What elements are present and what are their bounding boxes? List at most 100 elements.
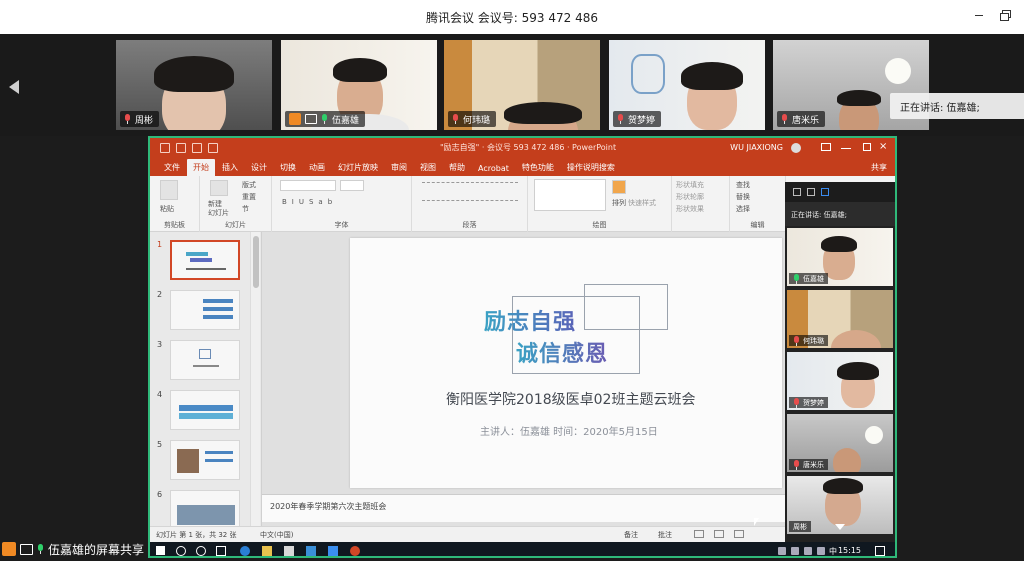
ribbon-display-icon[interactable]: [821, 143, 831, 151]
arrange-icon[interactable]: [612, 180, 626, 194]
minimize-icon[interactable]: [841, 143, 851, 149]
side-video-tile[interactable]: 何玮璐: [787, 290, 893, 348]
reading-view-icon[interactable]: [734, 530, 744, 538]
side-video-tile[interactable]: 贺梦婷: [787, 352, 893, 410]
speaker-notes[interactable]: 2020年春季学期第六次主题班会: [262, 494, 785, 522]
participant-tile[interactable]: 伍嘉雄: [281, 40, 437, 130]
notes-button[interactable]: 备注: [624, 530, 638, 540]
host-icon: [289, 113, 301, 125]
tab-home[interactable]: 开始: [187, 159, 215, 176]
select-button[interactable]: 选择: [736, 204, 750, 214]
slide-thumbnail[interactable]: [170, 340, 240, 380]
shapes-gallery[interactable]: [534, 179, 606, 211]
prev-page-icon[interactable]: [9, 80, 19, 94]
tray-icon[interactable]: [804, 547, 812, 555]
user-avatar[interactable]: [791, 143, 801, 153]
tab-review[interactable]: 审阅: [385, 159, 413, 176]
side-video-tile[interactable]: 周彬: [787, 476, 893, 534]
side-video-tile[interactable]: 伍嘉雄: [787, 228, 893, 286]
tab-transitions[interactable]: 切换: [274, 159, 302, 176]
tab-animations[interactable]: 动画: [303, 159, 331, 176]
participant-tile[interactable]: 贺梦婷: [609, 40, 765, 130]
slide-thumbnails-pane: 1 2 3 4 5 6: [150, 232, 262, 526]
find-button[interactable]: 查找: [736, 180, 750, 190]
section-button[interactable]: 节: [242, 204, 249, 214]
group-label: 幻灯片: [225, 221, 246, 229]
slide-thumbnail[interactable]: [170, 490, 240, 526]
close-icon[interactable]: ×: [879, 141, 889, 152]
side-panel-toolbar: [785, 182, 895, 202]
redo-icon[interactable]: [192, 143, 202, 153]
normal-view-icon[interactable]: [694, 530, 704, 538]
tray-icon[interactable]: [817, 547, 825, 555]
restore-icon[interactable]: [998, 8, 1012, 22]
powerpoint-icon[interactable]: [350, 546, 360, 556]
tab-slideshow[interactable]: 幻灯片放映: [332, 159, 384, 176]
present-icon[interactable]: [208, 143, 218, 153]
sorter-view-icon[interactable]: [714, 530, 724, 538]
cortana-icon[interactable]: [196, 546, 206, 556]
tab-file[interactable]: 文件: [158, 159, 186, 176]
save-icon[interactable]: [160, 143, 170, 153]
layout-button[interactable]: 版式: [242, 180, 256, 190]
font-name-select[interactable]: [280, 180, 336, 191]
store-icon[interactable]: [284, 546, 294, 556]
slide-thumbnail[interactable]: [170, 440, 240, 480]
side-video-tile[interactable]: 唐米乐: [787, 414, 893, 472]
restore-icon[interactable]: [807, 188, 815, 196]
taskbar-clock[interactable]: 15:15: [838, 546, 861, 555]
search-icon[interactable]: [176, 546, 186, 556]
input-method-indicator[interactable]: 中: [829, 546, 837, 556]
mail-icon[interactable]: [306, 546, 316, 556]
shape-effects-button[interactable]: 形状效果: [676, 204, 704, 214]
tell-me-search[interactable]: 操作说明搜索: [561, 159, 621, 176]
list-view-icon[interactable]: [821, 188, 829, 196]
thumb-number: 5: [157, 440, 163, 449]
ppt-share-button[interactable]: 共享: [871, 162, 887, 173]
group-shape-format: 形状填充 形状轮廓 形状效果: [672, 176, 730, 232]
minimize-icon[interactable]: [972, 8, 986, 22]
tab-view[interactable]: 视图: [414, 159, 442, 176]
tab-help[interactable]: 帮助: [443, 159, 471, 176]
language-indicator[interactable]: 中文(中国): [260, 530, 293, 540]
current-slide[interactable]: 励志自强 诚信感恩 衡阳医学院2018级医卓02班主题云班会 主讲人：伍嘉雄 时…: [350, 238, 782, 488]
paste-icon[interactable]: [160, 180, 178, 200]
tray-icon[interactable]: [791, 547, 799, 555]
participant-tile[interactable]: 周彬: [116, 40, 272, 130]
reset-button[interactable]: 重置: [242, 192, 256, 202]
replace-button[interactable]: 替换: [736, 192, 750, 202]
tray-icon[interactable]: [778, 547, 786, 555]
quick-styles-button[interactable]: 快速样式: [628, 198, 656, 208]
tab-features[interactable]: 特色功能: [516, 159, 560, 176]
tab-acrobat[interactable]: Acrobat: [472, 161, 515, 176]
expand-down-icon[interactable]: [835, 524, 845, 530]
comments-button[interactable]: 批注: [658, 530, 672, 540]
slide-thumbnail[interactable]: [170, 240, 240, 280]
slide-thumbnail[interactable]: [170, 390, 240, 430]
participant-tile[interactable]: 何玮璐: [444, 40, 600, 130]
task-view-icon[interactable]: [216, 546, 226, 556]
new-slide-label[interactable]: 新建 幻灯片: [208, 200, 229, 218]
undo-icon[interactable]: [176, 143, 186, 153]
file-explorer-icon[interactable]: [262, 546, 272, 556]
font-size-select[interactable]: [340, 180, 364, 191]
list-icons[interactable]: [422, 182, 518, 190]
slide-thumbnail[interactable]: [170, 290, 240, 330]
shape-fill-button[interactable]: 形状填充: [676, 180, 704, 190]
restore-icon[interactable]: [863, 143, 871, 151]
mic-muted-icon: [793, 397, 800, 408]
edge-icon[interactable]: [240, 546, 250, 556]
shape-outline-button[interactable]: 形状轮廓: [676, 192, 704, 202]
ppt-title-bar: "励志自强" · 会议号 593 472 486 · PowerPoint WU…: [150, 138, 895, 158]
arrange-button[interactable]: 排列: [612, 198, 626, 208]
font-format-icons[interactable]: BIUSab: [282, 198, 337, 206]
minimize-icon[interactable]: [793, 188, 801, 196]
windows-start-icon[interactable]: [156, 546, 165, 555]
thumbnails-scrollbar[interactable]: [250, 232, 260, 526]
tab-insert[interactable]: 插入: [216, 159, 244, 176]
new-slide-icon[interactable]: [210, 180, 228, 196]
notification-icon[interactable]: [875, 546, 885, 556]
tab-design[interactable]: 设计: [245, 159, 273, 176]
meeting-app-icon[interactable]: [328, 546, 338, 556]
align-icons[interactable]: [422, 200, 518, 208]
